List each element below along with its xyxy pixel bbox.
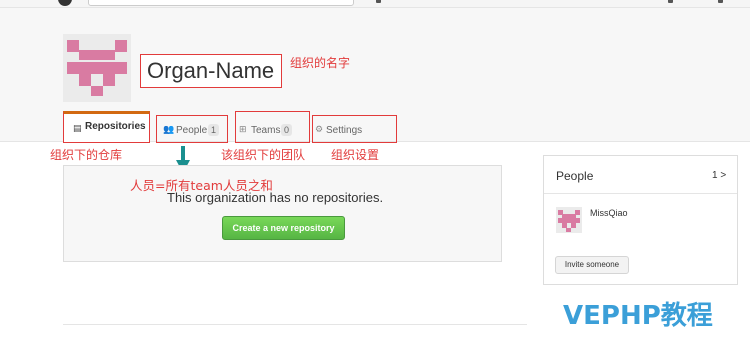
tab-repositories[interactable]: ▤ Repositories — [63, 111, 150, 143]
tab-repositories-label: Repositories — [85, 121, 146, 132]
org-avatar — [63, 34, 131, 102]
tab-settings-label: Settings — [326, 125, 363, 136]
tab-teams[interactable]: ⊞ Teams 0 — [235, 111, 310, 143]
search-input[interactable] — [88, 0, 354, 6]
user-menu-icon[interactable] — [718, 0, 723, 3]
people-icon: 👥 — [163, 124, 175, 134]
annotation-org-name: 组织的名字 — [290, 56, 351, 70]
repo-icon: ▤ — [73, 123, 82, 133]
tab-people-count: 1 — [208, 124, 220, 136]
member-avatar[interactable] — [556, 207, 582, 233]
annotation-repos: 组织下的仓库 — [50, 148, 123, 162]
create-repository-button[interactable]: Create a new repository — [222, 216, 345, 240]
invite-someone-button[interactable]: Invite someone — [555, 256, 629, 274]
top-nav-bar — [0, 0, 750, 8]
create-new-icon[interactable] — [668, 0, 673, 3]
tab-teams-count: 0 — [281, 124, 293, 136]
repositories-panel: This organization has no repositories. C… — [63, 165, 502, 262]
people-sidebar-title: People — [556, 169, 594, 183]
people-sidebar: People 1 > MissQiao Invite someone — [543, 155, 738, 285]
teams-icon: ⊞ — [239, 124, 247, 134]
people-sidebar-header[interactable]: People 1 > — [544, 156, 737, 194]
annotation-settings: 组织设置 — [331, 148, 380, 162]
watermark: VEPHP教程 — [563, 301, 713, 331]
notification-icon[interactable] — [376, 0, 381, 3]
tab-people[interactable]: 👥 People 1 — [156, 115, 228, 143]
people-sidebar-count: 1 > — [712, 170, 727, 181]
tab-people-label: People — [176, 125, 208, 136]
tab-settings[interactable]: ⚙ Settings — [312, 115, 397, 143]
tab-teams-label: Teams — [251, 125, 281, 136]
footer-divider — [63, 324, 527, 325]
org-name: Organ-Name — [147, 58, 275, 83]
org-name-highlight: Organ-Name — [140, 54, 282, 88]
gear-icon: ⚙ — [315, 124, 324, 134]
github-logo-icon[interactable] — [58, 0, 72, 6]
org-header: Organ-Name 组织的名字 ▤ Repositories 👥 People… — [0, 8, 750, 143]
annotation-people: 人员=所有team人员之和 — [130, 178, 273, 193]
member-name[interactable]: MissQiao — [590, 208, 628, 218]
annotation-teams: 该组织下的团队 — [221, 148, 306, 162]
